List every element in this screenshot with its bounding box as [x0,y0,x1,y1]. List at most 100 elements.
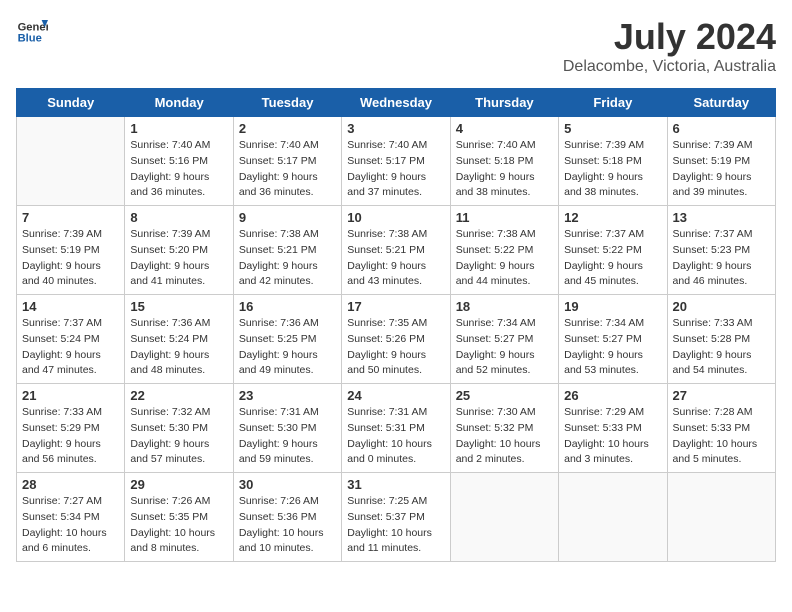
calendar-weekday-saturday: Saturday [667,89,775,117]
calendar-cell: 19 Sunrise: 7:34 AMSunset: 5:27 PMDayligh… [559,295,667,384]
calendar-cell: 12 Sunrise: 7:37 AMSunset: 5:22 PMDayligh… [559,206,667,295]
day-info: Sunrise: 7:27 AMSunset: 5:34 PMDaylight:… [22,494,119,557]
calendar-cell: 25 Sunrise: 7:30 AMSunset: 5:32 PMDayligh… [450,384,558,473]
day-info: Sunrise: 7:29 AMSunset: 5:33 PMDaylight:… [564,405,661,468]
svg-text:Blue: Blue [18,33,42,45]
calendar-cell: 26Sunrise: 7:29 AMSunset: 5:33 PMDayligh… [559,384,667,473]
day-info: Sunrise: 7:40 AMSunset: 5:17 PMDaylight:… [347,138,444,201]
calendar-cell: 10 Sunrise: 7:38 AMSunset: 5:21 PMDayligh… [342,206,450,295]
calendar-cell [667,473,775,562]
day-info: Sunrise: 7:25 AMSunset: 5:37 PMDaylight:… [347,494,444,557]
day-info: Sunrise: 7:34 AMSunset: 5:27 PMDaylight:… [456,316,553,379]
day-number: 3 [347,121,444,136]
day-number: 8 [130,210,227,225]
day-number: 12 [564,210,661,225]
day-info: Sunrise: 7:35 AMSunset: 5:26 PMDaylight:… [347,316,444,379]
day-info: Sunrise: 7:32 AMSunset: 5:30 PMDaylight:… [130,405,227,468]
calendar-cell: 6Sunrise: 7:39 AMSunset: 5:19 PMDaylight… [667,117,775,206]
day-info: Sunrise: 7:34 AMSunset: 5:27 PMDaylight:… [564,316,661,379]
calendar-cell: 29 Sunrise: 7:26 AMSunset: 5:35 PMDayligh… [125,473,233,562]
day-number: 14 [22,299,119,314]
calendar-cell: 21Sunrise: 7:33 AMSunset: 5:29 PMDayligh… [17,384,125,473]
calendar-cell: 5 Sunrise: 7:39 AMSunset: 5:18 PMDaylight… [559,117,667,206]
day-info: Sunrise: 7:36 AMSunset: 5:24 PMDaylight:… [130,316,227,379]
day-number: 23 [239,388,336,403]
day-info: Sunrise: 7:38 AMSunset: 5:21 PMDaylight:… [347,227,444,290]
day-info: Sunrise: 7:40 AMSunset: 5:17 PMDaylight:… [239,138,336,201]
calendar-week-row-1: 1 Sunrise: 7:40 AMSunset: 5:16 PMDaylight… [17,117,776,206]
title-area: July 2024 Delacombe, Victoria, Australia [563,16,776,76]
day-number: 10 [347,210,444,225]
day-info: Sunrise: 7:28 AMSunset: 5:33 PMDaylight:… [673,405,770,468]
day-number: 31 [347,477,444,492]
day-number: 19 [564,299,661,314]
day-info: Sunrise: 7:26 AMSunset: 5:35 PMDaylight:… [130,494,227,557]
day-number: 11 [456,210,553,225]
calendar-cell: 27Sunrise: 7:28 AMSunset: 5:33 PMDayligh… [667,384,775,473]
main-title: July 2024 [563,16,776,58]
day-info: Sunrise: 7:39 AMSunset: 5:19 PMDaylight:… [22,227,119,290]
day-number: 29 [130,477,227,492]
calendar-cell: 22Sunrise: 7:32 AMSunset: 5:30 PMDayligh… [125,384,233,473]
calendar-cell [17,117,125,206]
calendar-cell [559,473,667,562]
day-number: 13 [673,210,770,225]
day-number: 24 [347,388,444,403]
calendar-cell: 17 Sunrise: 7:35 AMSunset: 5:26 PMDayligh… [342,295,450,384]
calendar-week-row-2: 7 Sunrise: 7:39 AMSunset: 5:19 PMDaylight… [17,206,776,295]
day-number: 9 [239,210,336,225]
calendar-cell: 2 Sunrise: 7:40 AMSunset: 5:17 PMDaylight… [233,117,341,206]
calendar-cell: 15 Sunrise: 7:36 AMSunset: 5:24 PMDayligh… [125,295,233,384]
calendar-cell: 30Sunrise: 7:26 AMSunset: 5:36 PMDayligh… [233,473,341,562]
day-info: Sunrise: 7:38 AMSunset: 5:22 PMDaylight:… [456,227,553,290]
calendar-weekday-friday: Friday [559,89,667,117]
calendar-cell: 16Sunrise: 7:36 AMSunset: 5:25 PMDayligh… [233,295,341,384]
calendar-cell: 11 Sunrise: 7:38 AMSunset: 5:22 PMDayligh… [450,206,558,295]
calendar-week-row-5: 28Sunrise: 7:27 AMSunset: 5:34 PMDayligh… [17,473,776,562]
day-number: 20 [673,299,770,314]
day-number: 7 [22,210,119,225]
logo-icon: General Blue [16,16,48,48]
calendar-week-row-3: 14 Sunrise: 7:37 AMSunset: 5:24 PMDayligh… [17,295,776,384]
calendar-cell: 23 Sunrise: 7:31 AMSunset: 5:30 PMDayligh… [233,384,341,473]
calendar-cell: 3 Sunrise: 7:40 AMSunset: 5:17 PMDaylight… [342,117,450,206]
day-info: Sunrise: 7:31 AMSunset: 5:31 PMDaylight:… [347,405,444,468]
calendar-cell: 14 Sunrise: 7:37 AMSunset: 5:24 PMDayligh… [17,295,125,384]
header: General Blue July 2024 Delacombe, Victor… [16,16,776,76]
calendar-week-row-4: 21Sunrise: 7:33 AMSunset: 5:29 PMDayligh… [17,384,776,473]
day-number: 21 [22,388,119,403]
day-info: Sunrise: 7:40 AMSunset: 5:16 PMDaylight:… [130,138,227,201]
day-number: 6 [673,121,770,136]
day-number: 25 [456,388,553,403]
calendar-cell: 1 Sunrise: 7:40 AMSunset: 5:16 PMDaylight… [125,117,233,206]
calendar-cell: 18 Sunrise: 7:34 AMSunset: 5:27 PMDayligh… [450,295,558,384]
day-info: Sunrise: 7:33 AMSunset: 5:28 PMDaylight:… [673,316,770,379]
calendar-weekday-sunday: Sunday [17,89,125,117]
calendar-cell: 20 Sunrise: 7:33 AMSunset: 5:28 PMDayligh… [667,295,775,384]
day-number: 1 [130,121,227,136]
day-info: Sunrise: 7:40 AMSunset: 5:18 PMDaylight:… [456,138,553,201]
day-info: Sunrise: 7:39 AMSunset: 5:18 PMDaylight:… [564,138,661,201]
day-number: 5 [564,121,661,136]
day-number: 17 [347,299,444,314]
logo: General Blue [16,16,48,48]
calendar-weekday-monday: Monday [125,89,233,117]
calendar-cell: 24 Sunrise: 7:31 AMSunset: 5:31 PMDayligh… [342,384,450,473]
calendar-table: SundayMondayTuesdayWednesdayThursdayFrid… [16,88,776,562]
calendar-cell: 9Sunrise: 7:38 AMSunset: 5:21 PMDaylight… [233,206,341,295]
calendar-cell: 8Sunrise: 7:39 AMSunset: 5:20 PMDaylight… [125,206,233,295]
day-number: 18 [456,299,553,314]
calendar-cell: 7 Sunrise: 7:39 AMSunset: 5:19 PMDaylight… [17,206,125,295]
day-info: Sunrise: 7:37 AMSunset: 5:22 PMDaylight:… [564,227,661,290]
calendar-header-row: SundayMondayTuesdayWednesdayThursdayFrid… [17,89,776,117]
day-number: 15 [130,299,227,314]
day-info: Sunrise: 7:37 AMSunset: 5:24 PMDaylight:… [22,316,119,379]
day-info: Sunrise: 7:30 AMSunset: 5:32 PMDaylight:… [456,405,553,468]
calendar-weekday-wednesday: Wednesday [342,89,450,117]
calendar-cell: 31 Sunrise: 7:25 AMSunset: 5:37 PMDayligh… [342,473,450,562]
day-info: Sunrise: 7:37 AMSunset: 5:23 PMDaylight:… [673,227,770,290]
day-info: Sunrise: 7:31 AMSunset: 5:30 PMDaylight:… [239,405,336,468]
day-number: 2 [239,121,336,136]
calendar-cell: 13 Sunrise: 7:37 AMSunset: 5:23 PMDayligh… [667,206,775,295]
subtitle: Delacombe, Victoria, Australia [563,58,776,76]
